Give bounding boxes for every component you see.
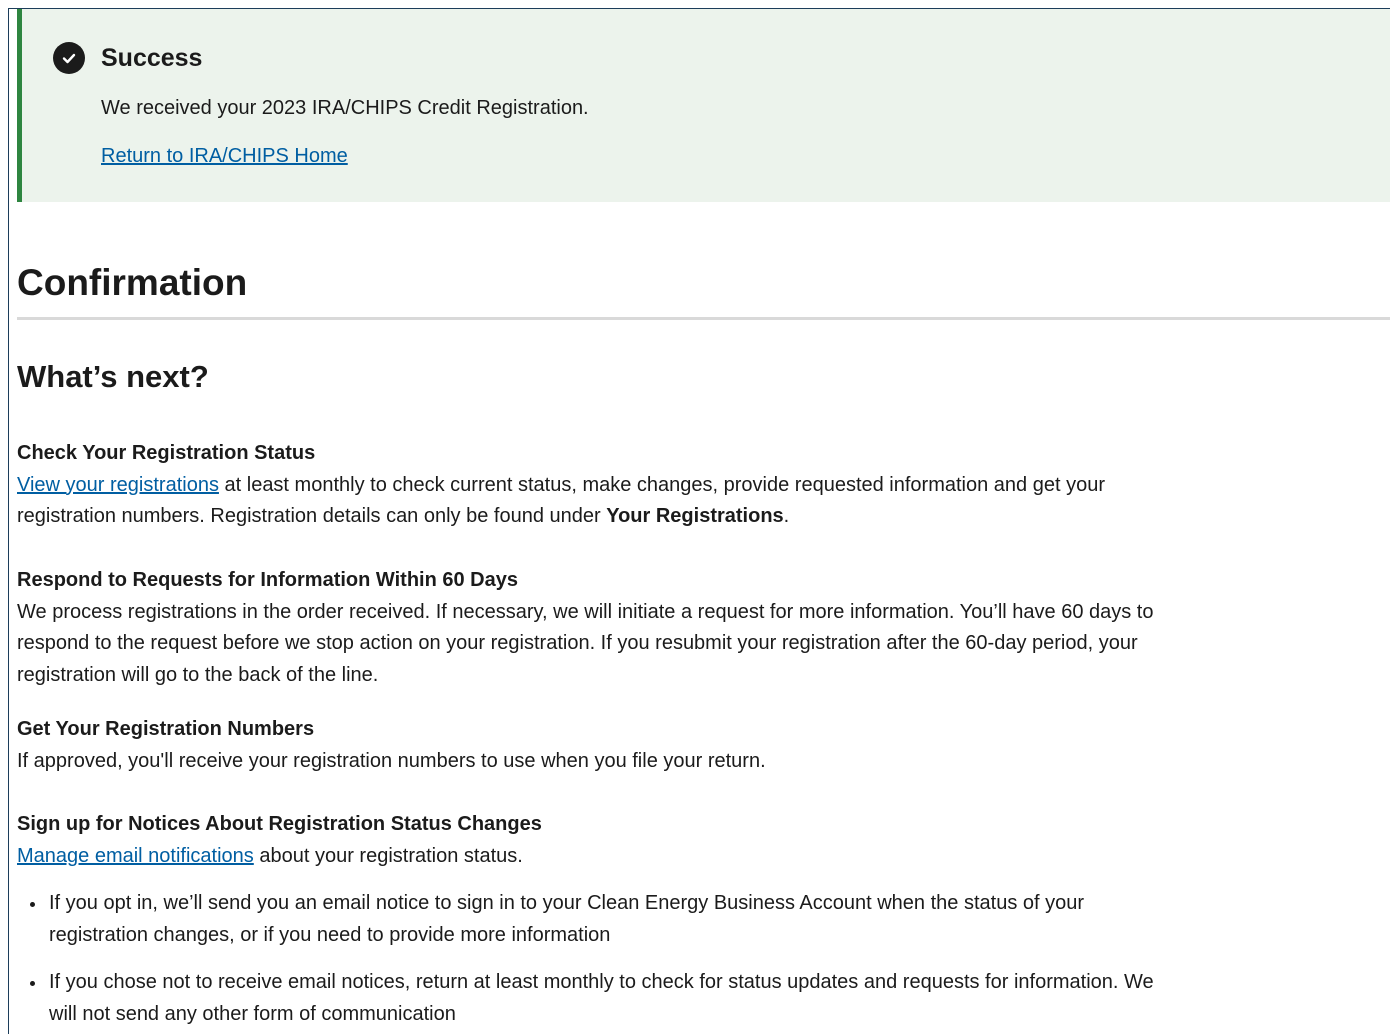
bullet-icon <box>30 902 35 907</box>
success-alert: Success We received your 2023 IRA/CHIPS … <box>17 9 1390 202</box>
alert-title: Success <box>101 44 203 72</box>
view-registrations-link[interactable]: View your registrations <box>17 474 219 496</box>
list-item-text: If you chose not to receive email notice… <box>49 971 1154 1025</box>
notices-heading: Sign up for Notices About Registration S… <box>17 813 542 835</box>
list-item-text: If you opt in, we’ll send you an email n… <box>49 892 1085 946</box>
respond-text: We process registrations in the order re… <box>17 600 1154 686</box>
notices-bullet-list: If you opt in, we’ll send you an email n… <box>17 888 1157 1034</box>
check-circle-icon <box>53 42 85 74</box>
notices-text: about your registration status. <box>253 844 523 867</box>
manage-email-notifications-link[interactable]: Manage email notifications <box>17 845 254 867</box>
title-divider <box>17 317 1390 320</box>
check-status-section: Check Your Registration Status View your … <box>17 438 1157 533</box>
check-status-heading: Check Your Registration Status <box>17 442 316 464</box>
section-title: What’s next? <box>17 359 209 394</box>
registration-numbers-heading: Get Your Registration Numbers <box>17 718 315 740</box>
registration-numbers-section: Get Your Registration Numbers If approved… <box>17 714 1157 777</box>
registration-numbers-text: If approved, you'll receive your registr… <box>17 749 766 772</box>
notices-section: Sign up for Notices About Registration S… <box>17 809 1157 872</box>
page-title: Confirmation <box>17 262 248 303</box>
your-registrations-bold: Your Registrations <box>606 505 784 527</box>
return-home-link[interactable]: Return to IRA/CHIPS Home <box>101 142 348 170</box>
alert-message: We received your 2023 IRA/CHIPS Credit R… <box>101 97 589 119</box>
list-item: If you opt in, we’ll send you an email n… <box>17 888 1157 951</box>
bullet-icon <box>30 981 35 986</box>
check-status-end: . <box>783 505 790 527</box>
list-item: If you chose not to receive email notice… <box>17 967 1157 1030</box>
respond-section: Respond to Requests for Information With… <box>17 565 1157 691</box>
main-content: Success We received your 2023 IRA/CHIPS … <box>17 9 1390 1025</box>
respond-heading: Respond to Requests for Information With… <box>17 569 518 591</box>
